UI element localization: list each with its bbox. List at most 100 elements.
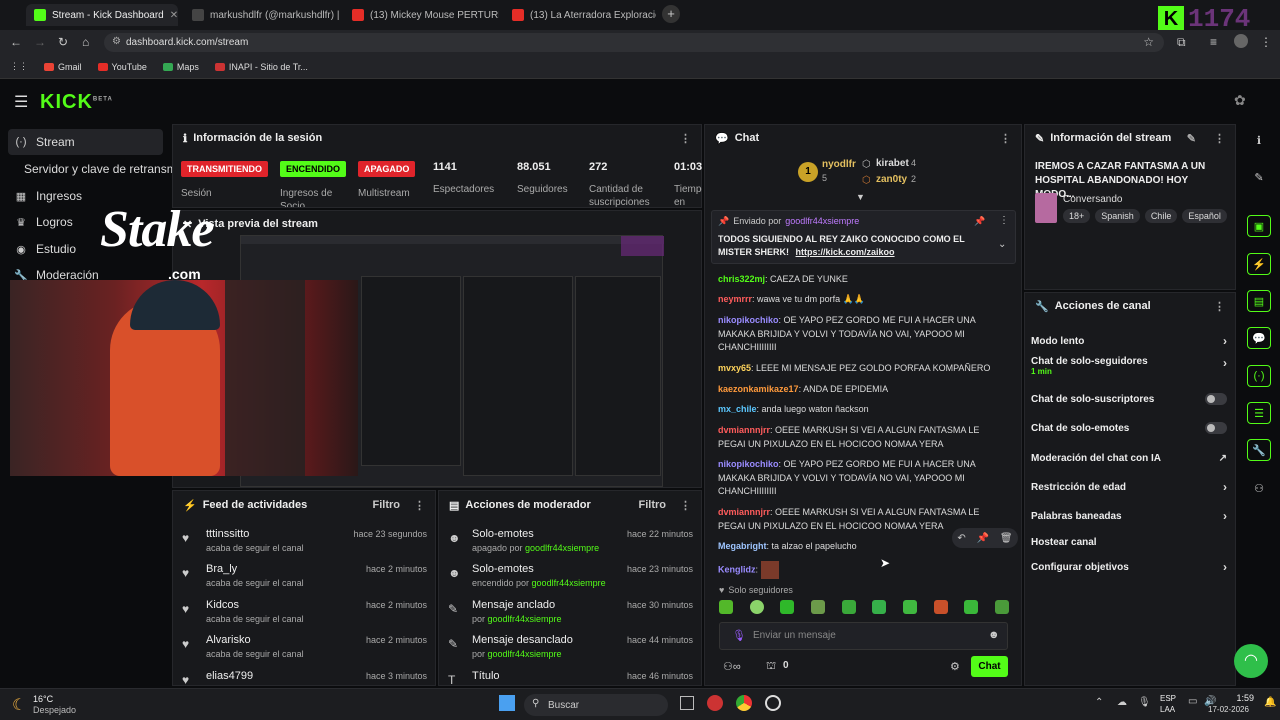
bookmark-gmail[interactable]: Gmail <box>44 62 82 72</box>
weather-temp[interactable]: 16°C <box>33 694 53 704</box>
unpin-icon[interactable]: 📌 <box>974 216 985 227</box>
feed-filter-button[interactable]: Filtro <box>373 499 401 511</box>
weather-desc[interactable]: Despejado <box>33 705 76 715</box>
apps-grid-icon[interactable]: ⋮⋮ <box>10 61 28 72</box>
emote-icon[interactable] <box>810 600 825 614</box>
add-users-icon[interactable]: ⚇ <box>1247 477 1271 499</box>
collapse-leaderboard-icon[interactable]: ▼ <box>856 192 865 202</box>
user-avatar-icon[interactable]: ✿ <box>1234 92 1246 109</box>
chat-message[interactable]: neymrrr: wawa ve tu dm porfa 🙏🙏 <box>718 293 1008 307</box>
tag[interactable]: Español <box>1182 209 1227 223</box>
microphone-icon[interactable]: 🎙 <box>1138 697 1151 708</box>
windows-start-icon[interactable] <box>499 695 515 711</box>
app-icon[interactable] <box>707 695 723 711</box>
wrench-icon[interactable]: 🔧 <box>1247 439 1271 461</box>
list-item[interactable]: ✎ Mensaje desanclado por goodlfr44xsiempre… <box>448 634 693 669</box>
hamburger-menu-icon[interactable]: ☰ <box>14 92 28 112</box>
media-player-icon[interactable] <box>765 695 781 711</box>
emotes-only-toggle[interactable] <box>1205 422 1227 434</box>
task-view-icon[interactable] <box>680 696 694 710</box>
list-item[interactable]: ♥ Kidcos acaba de seguir el canal hace 2 mi… <box>182 599 427 634</box>
emote-icon[interactable] <box>872 600 887 614</box>
more-options-icon[interactable]: ⋮ <box>1214 300 1225 313</box>
bookmark-star-icon[interactable]: ☆ <box>1143 35 1154 49</box>
send-chat-button[interactable]: Chat <box>971 656 1008 677</box>
chat-message[interactable]: mx_chile: anda luego waton ñackson <box>718 403 1008 417</box>
chat-message[interactable]: Kenglidz: <box>718 561 1008 579</box>
tag[interactable]: Spanish <box>1095 209 1140 223</box>
clock-date[interactable]: 17-02-2026 <box>1208 705 1249 714</box>
address-bar[interactable]: ⚙ dashboard.kick.com/stream ☆ <box>104 33 1164 52</box>
action-banned-words[interactable]: Palabras baneadas › <box>1031 506 1227 526</box>
subscribers-only-toggle[interactable] <box>1205 393 1227 405</box>
tag[interactable]: Chile <box>1144 209 1178 223</box>
emote-icon[interactable] <box>749 600 764 614</box>
chrome-icon[interactable] <box>736 695 752 711</box>
close-icon[interactable]: ✕ <box>170 10 178 21</box>
clock-time[interactable]: 1:59 <box>1224 693 1254 703</box>
back-icon[interactable]: ← <box>10 35 22 49</box>
list-item[interactable]: ♥ Bra_ly acaba de seguir el canal hace 2 mi… <box>182 563 427 598</box>
microphone-icon[interactable]: 🎙 <box>732 629 746 642</box>
bookmark-maps[interactable]: Maps <box>162 62 199 72</box>
new-tab-button[interactable]: + <box>662 5 680 23</box>
list-item[interactable]: T Título hace 46 minutos <box>448 670 693 685</box>
chat-message[interactable]: mvxy65: LEEE MI MENSAJE PEZ GOLDO PORFAA… <box>718 362 1008 376</box>
home-icon[interactable]: ⌂ <box>82 35 89 49</box>
support-headset-button[interactable]: ◠ <box>1234 644 1268 678</box>
bookmark-youtube[interactable]: YouTube <box>97 62 147 72</box>
more-options-icon[interactable]: ⋮ <box>999 215 1009 226</box>
lightning-icon[interactable]: ⚡ <box>1247 253 1271 275</box>
extensions-icon[interactable]: ⧉ <box>1177 35 1186 50</box>
chat-message[interactable]: dvmiannnjrr: OEEE MARKUSH SI VEI A ALGUN… <box>718 424 1008 451</box>
chat-message[interactable]: nikopikochiko: OE YAPO PEZ GORDO ME FUI … <box>718 314 1008 355</box>
tab-youtube-mickey[interactable]: (13) Mickey Mouse PERTURBA... ✕ <box>344 4 499 26</box>
clipboard-icon[interactable]: ▤ <box>1247 290 1271 312</box>
reload-icon[interactable]: ↻ <box>58 35 68 49</box>
chat-bubble-icon[interactable]: 💬 <box>1247 327 1271 349</box>
more-options-icon[interactable]: ⋮ <box>414 499 425 512</box>
forward-icon[interactable]: → <box>34 35 46 49</box>
sidebar-item-stream[interactable]: (·) Stream <box>8 129 163 155</box>
emote-icon[interactable] <box>994 600 1009 614</box>
media-icon[interactable]: ≡ <box>1210 35 1217 49</box>
profile-avatar[interactable] <box>1234 34 1248 48</box>
info-icon[interactable]: ℹ <box>1247 129 1271 151</box>
tag[interactable]: 18+ <box>1063 209 1091 223</box>
chat-message[interactable]: chris322mj: CAEZA DE YUNKE <box>718 273 1008 287</box>
list-item[interactable]: ☻ Solo-emotes encendido por goodlfr44xsiem… <box>448 563 693 598</box>
action-host-channel[interactable]: Hostear canal <box>1031 532 1227 552</box>
tray-app-icon[interactable]: ☁ <box>1117 697 1127 708</box>
emote-icon[interactable] <box>964 600 979 614</box>
action-configure-goals[interactable]: Configurar objetivos › <box>1031 557 1227 577</box>
action-subscribers-only[interactable]: Chat de solo-suscriptores <box>1031 389 1227 409</box>
list-item[interactable]: ♥ elias4799 hace 3 minutos <box>182 670 427 685</box>
broadcast-icon[interactable]: (·) <box>1247 365 1271 387</box>
kick-logo[interactable]: KICKBETA <box>40 91 113 114</box>
emote-icon[interactable] <box>933 600 948 614</box>
language-indicator[interactable]: ESP <box>1160 694 1176 703</box>
list-item[interactable]: ♥ Alvarisko acaba de seguir el canal hace 2… <box>182 634 427 669</box>
list-item[interactable]: ✎ Mensaje anclado por goodlfr44xsiempre hac… <box>448 599 693 634</box>
notifications-icon[interactable]: 🔔 <box>1264 697 1276 708</box>
pin-icon[interactable]: 📌 <box>977 533 989 544</box>
pencil-icon[interactable]: ✎ <box>1247 166 1271 188</box>
tab-youtube-exploracion[interactable]: (13) La Aterradora Exploración... ✕ <box>504 4 656 26</box>
tab-kick-dashboard[interactable]: Stream - Kick Dashboard ✕ <box>26 4 178 26</box>
edit-icon[interactable]: ✎ <box>1187 132 1196 145</box>
emote-icon[interactable] <box>841 600 856 614</box>
tab-markushdlfr[interactable]: markushdlfr (@markushdlfr) | ... ✕ <box>184 4 339 26</box>
list-icon[interactable]: ☰ <box>1247 402 1271 424</box>
more-options-icon[interactable]: ⋮ <box>680 499 691 512</box>
site-info-icon[interactable]: ⚙ <box>112 36 121 47</box>
more-options-icon[interactable]: ⋮ <box>1000 132 1011 145</box>
action-ai-moderation[interactable]: Moderación del chat con IA ↗ <box>1031 448 1227 468</box>
menu-icon[interactable]: ⋮ <box>1260 35 1272 49</box>
mod-filter-button[interactable]: Filtro <box>639 499 667 511</box>
taskbar-search[interactable]: ⚲ Buscar <box>524 694 668 716</box>
emote-icon[interactable] <box>902 600 917 614</box>
tray-chevron-icon[interactable]: ⌃ <box>1095 697 1103 708</box>
more-options-icon[interactable]: ⋮ <box>1214 132 1225 145</box>
settings-gear-icon[interactable]: ⚙ <box>950 660 960 673</box>
emoji-icon[interactable]: ☻ <box>988 629 1000 641</box>
